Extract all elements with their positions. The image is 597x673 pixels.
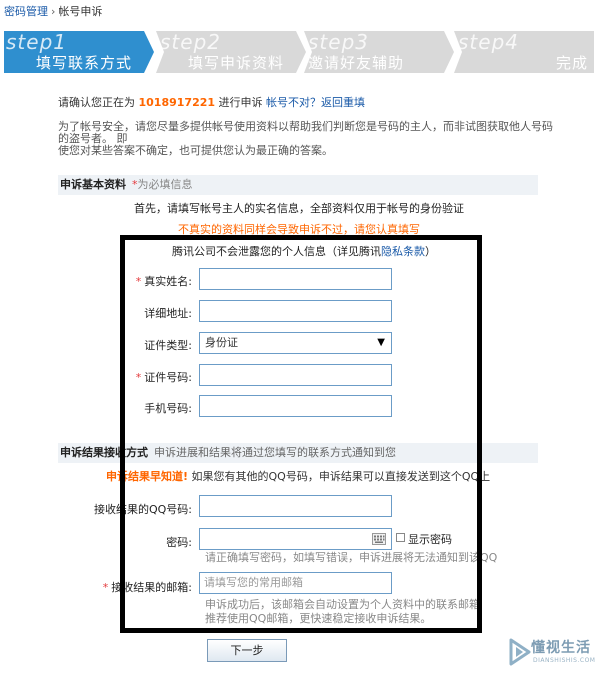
step-1-number: step1 xyxy=(6,30,67,54)
confirm-account-line: 请确认您正在为 1018917221 进行申诉 帐号不对？返回重填 xyxy=(58,94,365,110)
watermark: 懂视生活 DIANSHISHIS.COM xyxy=(509,636,595,670)
wrong-account-return-link[interactable]: 帐号不对？返回重填 xyxy=(266,96,365,109)
confirm-middle: 进行申诉 xyxy=(215,96,267,109)
highlight-frame xyxy=(120,235,482,633)
watermark-text: 懂视生活 xyxy=(531,640,591,656)
breadcrumb-link-password-management[interactable]: 密码管理 xyxy=(4,5,48,18)
security-notice-line-1: 为了帐号安全，请您尽量多提供帐号使用资料以帮助我们判断您是号码的主人，而非试图获… xyxy=(58,120,553,145)
breadcrumb: 密码管理 › 帐号申诉 xyxy=(4,3,102,19)
step-1: step1 填写联系方式 xyxy=(4,30,154,73)
basic-info-section-header: 申诉基本资料 *为必填信息 xyxy=(58,175,538,195)
step-4-number: step4 xyxy=(458,30,519,54)
step-1-label: 填写联系方式 xyxy=(36,54,133,72)
required-note: 为必填信息 xyxy=(137,178,193,191)
security-notice-line-2: 使您对某些答案不确定，也可提供您认为最正确的答案。 xyxy=(58,144,333,157)
breadcrumb-separator: › xyxy=(51,5,56,18)
next-step-button[interactable]: 下一步 xyxy=(207,639,287,662)
step-4-label: 完成 xyxy=(556,54,589,72)
step-2-label: 填写申诉资料 xyxy=(188,54,285,72)
step-3: step3 邀请好友辅助 xyxy=(304,30,454,73)
step-progress-bar: step1 填写联系方式 step2 填写申诉资料 step3 邀请好友辅助 s… xyxy=(4,30,594,75)
watermark-subtext: DIANSHISHIS.COM xyxy=(533,657,596,664)
account-qq-number: 1018917221 xyxy=(138,96,216,109)
basic-info-title: 申诉基本资料 xyxy=(60,178,126,191)
play-logo-icon xyxy=(509,638,531,666)
confirm-prefix: 请确认您正在为 xyxy=(58,96,139,109)
step-4: step4 完成 xyxy=(454,30,594,73)
required-star: * xyxy=(102,581,109,594)
breadcrumb-current: 帐号申诉 xyxy=(58,5,103,18)
security-notice: 为了帐号安全，请您尽量多提供帐号使用资料以帮助我们判断您是号码的主人，而非试图获… xyxy=(58,121,558,157)
step-3-number: step3 xyxy=(308,30,369,54)
real-name-intro: 首先，请填写帐号主人的实名信息，全部资料仅用于帐号的身份验证 xyxy=(134,202,464,215)
step-3-label: 邀请好友辅助 xyxy=(308,54,405,72)
step-2-number: step2 xyxy=(160,30,221,54)
step-2: step2 填写申诉资料 xyxy=(156,30,306,73)
